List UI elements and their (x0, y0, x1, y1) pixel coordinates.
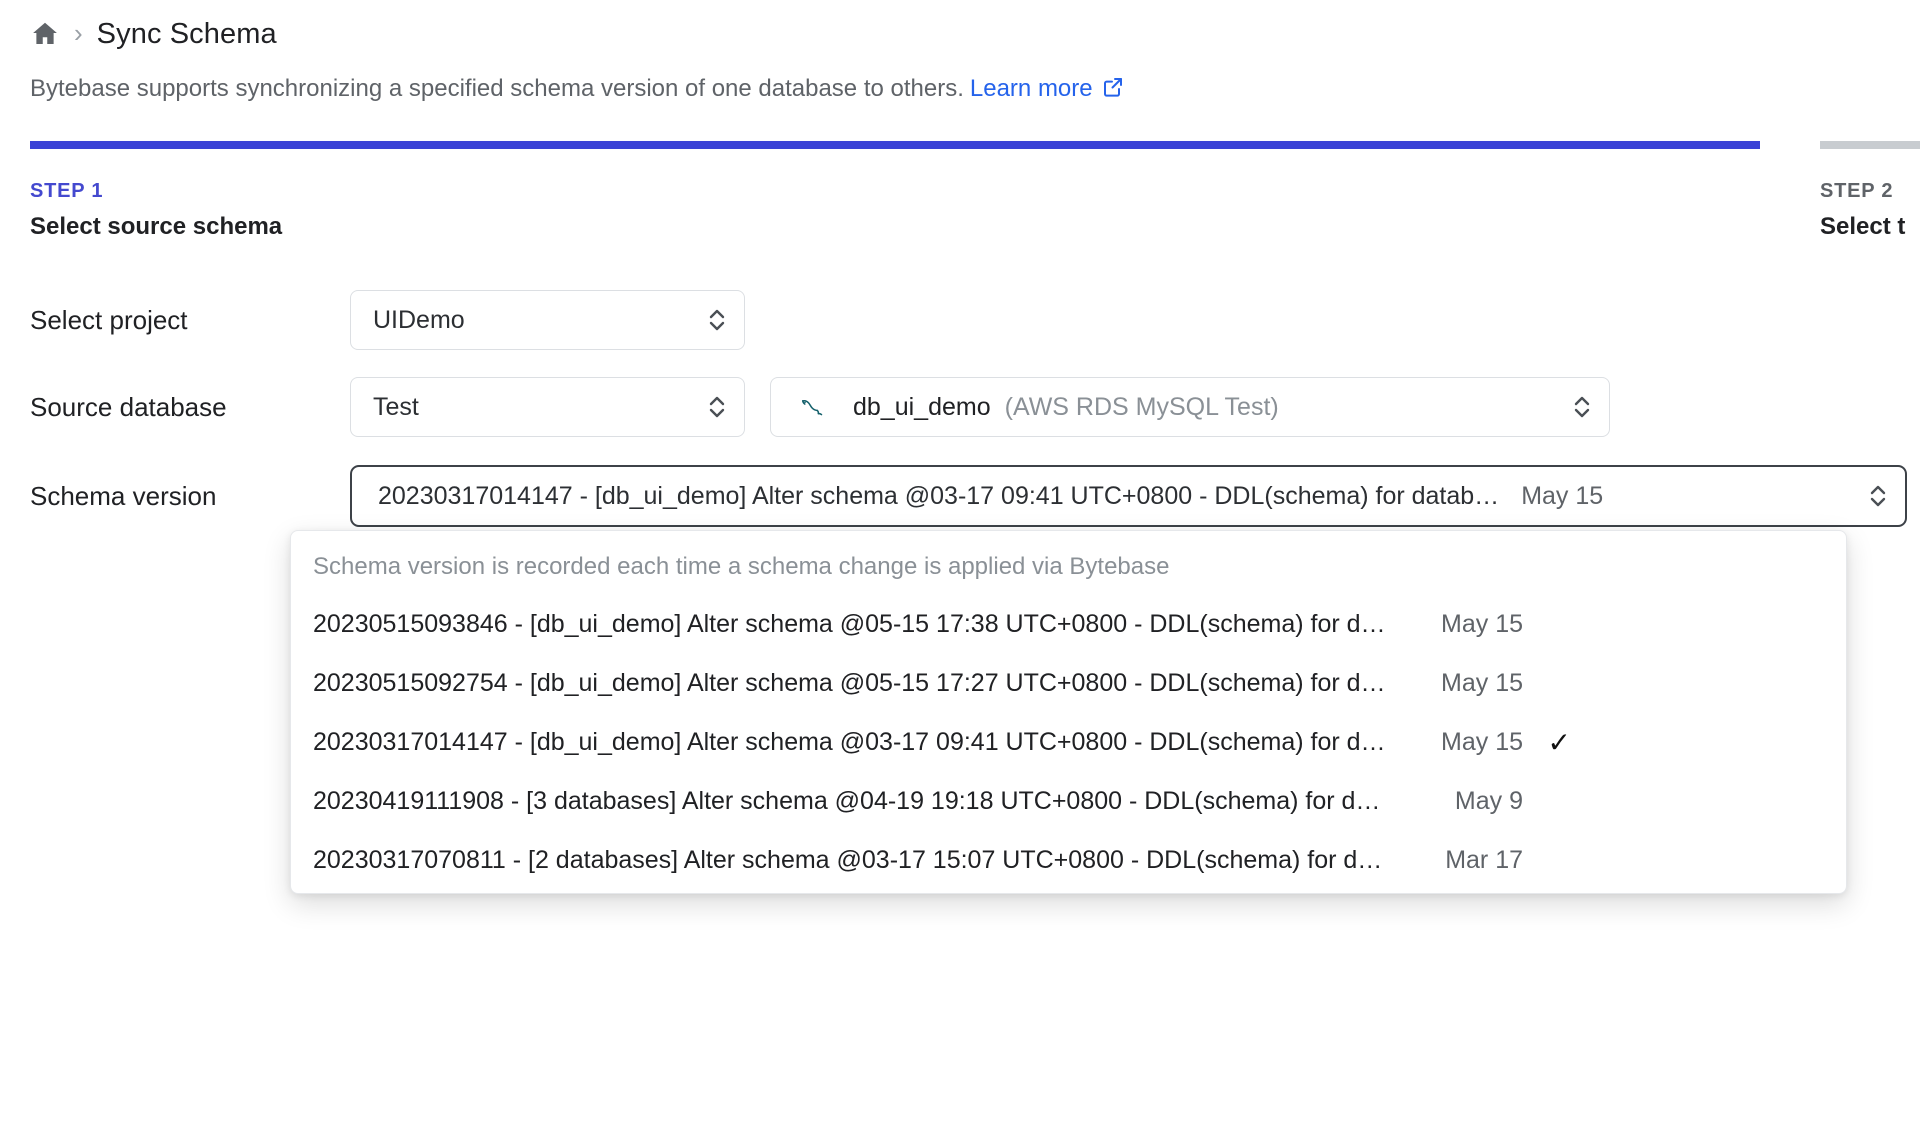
learn-more-link[interactable]: Learn more (970, 75, 1093, 102)
list-item[interactable]: 20230317014147 - [db_ui_demo] Alter sche… (291, 713, 1846, 772)
page-title: Sync Schema (96, 17, 277, 50)
step-2-name: Select t (1820, 213, 1906, 240)
source-database-row: Source database Test db_ui_demo (AWS RDS… (30, 377, 1610, 437)
schema-version-select[interactable]: 20230317014147 - [db_ui_demo] Alter sche… (350, 465, 1907, 527)
schema-version-dropdown: Schema version is recorded each time a s… (290, 530, 1847, 894)
step-1: STEP 1 Select source schema (30, 180, 282, 241)
step-1-label: STEP 1 (30, 180, 104, 202)
schema-version-value: 20230317014147 - [db_ui_demo] Alter sche… (378, 481, 1500, 510)
project-select-value: UIDemo (373, 305, 465, 334)
database-select[interactable]: db_ui_demo (AWS RDS MySQL Test) (770, 377, 1610, 437)
description-text: Bytebase supports synchronizing a specif… (30, 75, 964, 102)
chevron-up-down-icon (1867, 479, 1889, 513)
database-instance: (AWS RDS MySQL Test) (1004, 392, 1279, 421)
chevron-up-down-icon (1571, 390, 1593, 424)
step-2-label: STEP 2 (1820, 180, 1894, 202)
check-icon: ✓ (1547, 727, 1571, 758)
dropdown-item-text: 20230515092754 - [db_ui_demo] Alter sche… (313, 669, 1393, 697)
dropdown-item-date: May 15 (1441, 669, 1523, 697)
environment-select[interactable]: Test (350, 377, 745, 437)
sync-schema-page: › Sync Schema Bytebase supports synchron… (0, 0, 1920, 1128)
list-item[interactable]: 20230419111908 - [3 databases] Alter sch… (291, 772, 1846, 831)
schema-version-date: May 15 (1521, 481, 1604, 510)
step-progress-bar (0, 141, 1920, 149)
breadcrumb: › Sync Schema (30, 12, 277, 56)
dropdown-item-text: 20230419111908 - [3 databases] Alter sch… (313, 787, 1393, 815)
schema-version-row: Schema version 20230317014147 - [db_ui_d… (30, 465, 1907, 527)
project-select[interactable]: UIDemo (350, 290, 745, 350)
dropdown-item-text: 20230515093846 - [db_ui_demo] Alter sche… (313, 610, 1393, 638)
step-1-name: Select source schema (30, 213, 283, 240)
dropdown-item-date: May 15 (1441, 610, 1523, 638)
database-name: db_ui_demo (853, 392, 991, 421)
mysql-dolphin-icon (799, 392, 829, 422)
home-icon[interactable] (30, 19, 60, 49)
chevron-up-down-icon (706, 390, 728, 424)
chevron-up-down-icon (706, 303, 728, 337)
schema-version-label: Schema version (30, 480, 217, 511)
step-2: STEP 2 Select t (1820, 180, 1905, 241)
select-project-row: Select project UIDemo (30, 290, 745, 350)
external-link-icon[interactable] (1101, 75, 1125, 106)
dropdown-item-text: 20230317014147 - [db_ui_demo] Alter sche… (313, 728, 1393, 756)
dropdown-hint: Schema version is recorded each time a s… (313, 553, 1170, 580)
step-progress-inactive (1820, 141, 1920, 149)
list-item[interactable]: 20230515093846 - [db_ui_demo] Alter sche… (291, 595, 1846, 654)
list-item[interactable]: 20230515092754 - [db_ui_demo] Alter sche… (291, 654, 1846, 713)
dropdown-item-text: 20230317070811 - [2 databases] Alter sch… (313, 846, 1393, 874)
dropdown-item-date: Mar 17 (1445, 846, 1523, 874)
page-description: Bytebase supports synchronizing a specif… (30, 75, 1125, 106)
source-database-label: Source database (30, 391, 227, 422)
list-item[interactable]: 20230317070811 - [2 databases] Alter sch… (291, 831, 1846, 890)
environment-select-value: Test (373, 392, 419, 421)
breadcrumb-separator: › (74, 17, 83, 48)
dropdown-item-date: May 9 (1454, 787, 1523, 815)
dropdown-item-date: May 15 (1441, 728, 1523, 756)
step-progress-active (30, 141, 1760, 149)
select-project-label: Select project (30, 304, 188, 335)
